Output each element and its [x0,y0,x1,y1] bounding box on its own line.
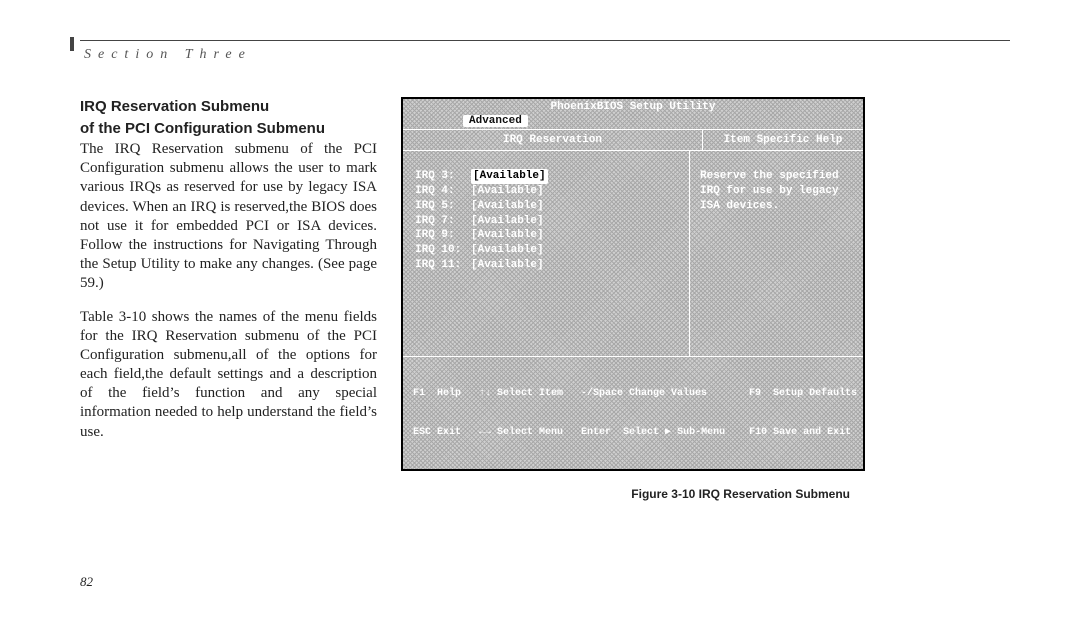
bios-tab-row: Advanced [403,113,863,129]
irq-label: IRQ 5: [415,199,471,214]
content-row: IRQ Reservation Submenu of the PCI Confi… [80,97,1010,501]
page-number: 82 [80,574,93,590]
bios-column-headers: IRQ Reservation Item Specific Help [403,129,863,151]
bios-tab-advanced: Advanced [463,115,528,127]
irq-value: [Available] [471,199,544,214]
irq-label: IRQ 7: [415,214,471,229]
bios-footer-line2: ESC Exit ←→ Select Menu Enter Select ▶ S… [413,426,853,439]
heading-line2: of the PCI Configuration Submenu [80,119,377,139]
irq-label: IRQ 10: [415,243,471,258]
header-tick [70,37,74,51]
irq-label: IRQ 9: [415,228,471,243]
irq-value: [Available] [471,258,544,273]
irq-row: IRQ 5: [Available] [415,199,677,214]
irq-label: IRQ 11: [415,258,471,273]
irq-row: IRQ 3: [Available] [415,169,677,184]
section-label: Section Three [84,47,252,62]
irq-row: IRQ 9: [Available] [415,228,677,243]
heading-line1: IRQ Reservation Submenu [80,97,377,117]
bios-col-irq-reservation: IRQ Reservation [403,130,703,150]
irq-value: [Available] [471,184,544,199]
bios-title: PhoenixBIOS Setup Utility [403,99,863,113]
section-header: Section Three [84,47,1010,63]
irq-row: IRQ 10: [Available] [415,243,677,258]
irq-value: [Available] [471,214,544,229]
text-column: IRQ Reservation Submenu of the PCI Confi… [80,97,377,501]
figure-column: PhoenixBIOS Setup Utility Advanced IRQ R… [401,97,1010,501]
irq-row: IRQ 11: [Available] [415,258,677,273]
paragraph-2: Table 3-10 shows the names of the menu f… [80,308,377,442]
figure-caption: Figure 3-10 IRQ Reservation Submenu [401,487,850,501]
irq-label: IRQ 3: [415,169,471,184]
bios-footer-line1: F1 Help ↑↓ Select Item -/Space Change Va… [413,387,853,400]
irq-value-selected: [Available] [471,169,548,184]
bios-screenshot: PhoenixBIOS Setup Utility Advanced IRQ R… [401,97,865,471]
irq-label: IRQ 4: [415,184,471,199]
bios-help-text: Reserve the specified IRQ for use by leg… [690,151,863,356]
top-rule [80,40,1010,41]
bios-irq-list: IRQ 3: [Available] IRQ 4: [Available] IR… [403,151,690,356]
bios-col-item-help: Item Specific Help [703,130,863,150]
irq-row: IRQ 4: [Available] [415,184,677,199]
manual-page: Section Three IRQ Reservation Submenu of… [0,0,1080,630]
irq-value: [Available] [471,228,544,243]
bios-footer: F1 Help ↑↓ Select Item -/Space Change Va… [403,357,863,469]
paragraph-1: The IRQ Reservation submenu of the PCI C… [80,140,377,294]
bios-body: IRQ 3: [Available] IRQ 4: [Available] IR… [403,151,863,357]
irq-row: IRQ 7: [Available] [415,214,677,229]
irq-value: [Available] [471,243,544,258]
